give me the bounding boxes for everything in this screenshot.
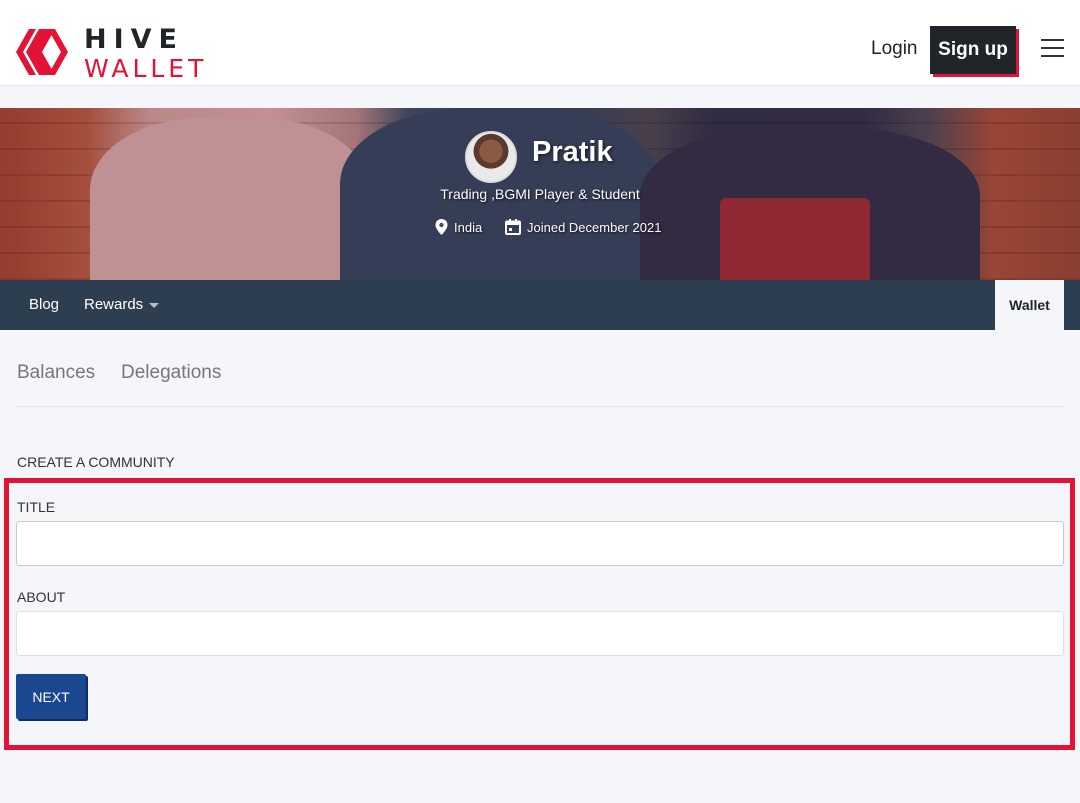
title-input[interactable] [16, 521, 1064, 566]
brand-name-bottom: WALLET [84, 54, 208, 83]
form-heading: CREATE A COMMUNITY [17, 454, 175, 470]
profile-bio: Trading ,BGMI Player & Student [440, 186, 640, 202]
nav-rewards-label: Rewards [84, 296, 144, 313]
tab-delegations[interactable]: Delegations [121, 362, 221, 384]
profile-avatar[interactable] [465, 131, 517, 183]
title-label: TITLE [17, 499, 56, 515]
nav-rewards-menu[interactable]: Rewards [84, 296, 160, 313]
nav-wallet-tab[interactable]: Wallet [995, 280, 1064, 330]
chevron-down-icon [149, 302, 160, 308]
profile-joined: Joined December 2021 [505, 219, 661, 235]
next-button[interactable]: NEXT [16, 674, 86, 719]
top-header: HIVE WALLET Login Sign up [0, 0, 1080, 86]
hamburger-menu-icon[interactable] [1041, 39, 1064, 59]
profile-location: India [435, 219, 482, 235]
location-text: India [454, 219, 483, 235]
profile-cover: Pratik Trading ,BGMI Player & Student In… [0, 108, 1080, 280]
signup-button[interactable]: Sign up [930, 26, 1016, 74]
hive-logo-icon[interactable] [16, 25, 74, 79]
brand-wordmark[interactable]: HIVE WALLET [84, 26, 207, 81]
about-label: ABOUT [17, 589, 66, 605]
brand-name-top: HIVE [84, 24, 184, 55]
login-link[interactable]: Login [871, 38, 918, 60]
about-input[interactable] [16, 611, 1064, 656]
nav-blog-link[interactable]: Blog [29, 296, 59, 313]
joined-text: Joined December 2021 [527, 219, 662, 235]
profile-navbar: Blog Rewards [0, 280, 1080, 330]
map-pin-icon [435, 219, 448, 235]
tabs-divider [16, 406, 1064, 407]
profile-name: Pratik [532, 136, 613, 168]
calendar-icon [505, 219, 521, 235]
tab-balances[interactable]: Balances [17, 362, 95, 384]
